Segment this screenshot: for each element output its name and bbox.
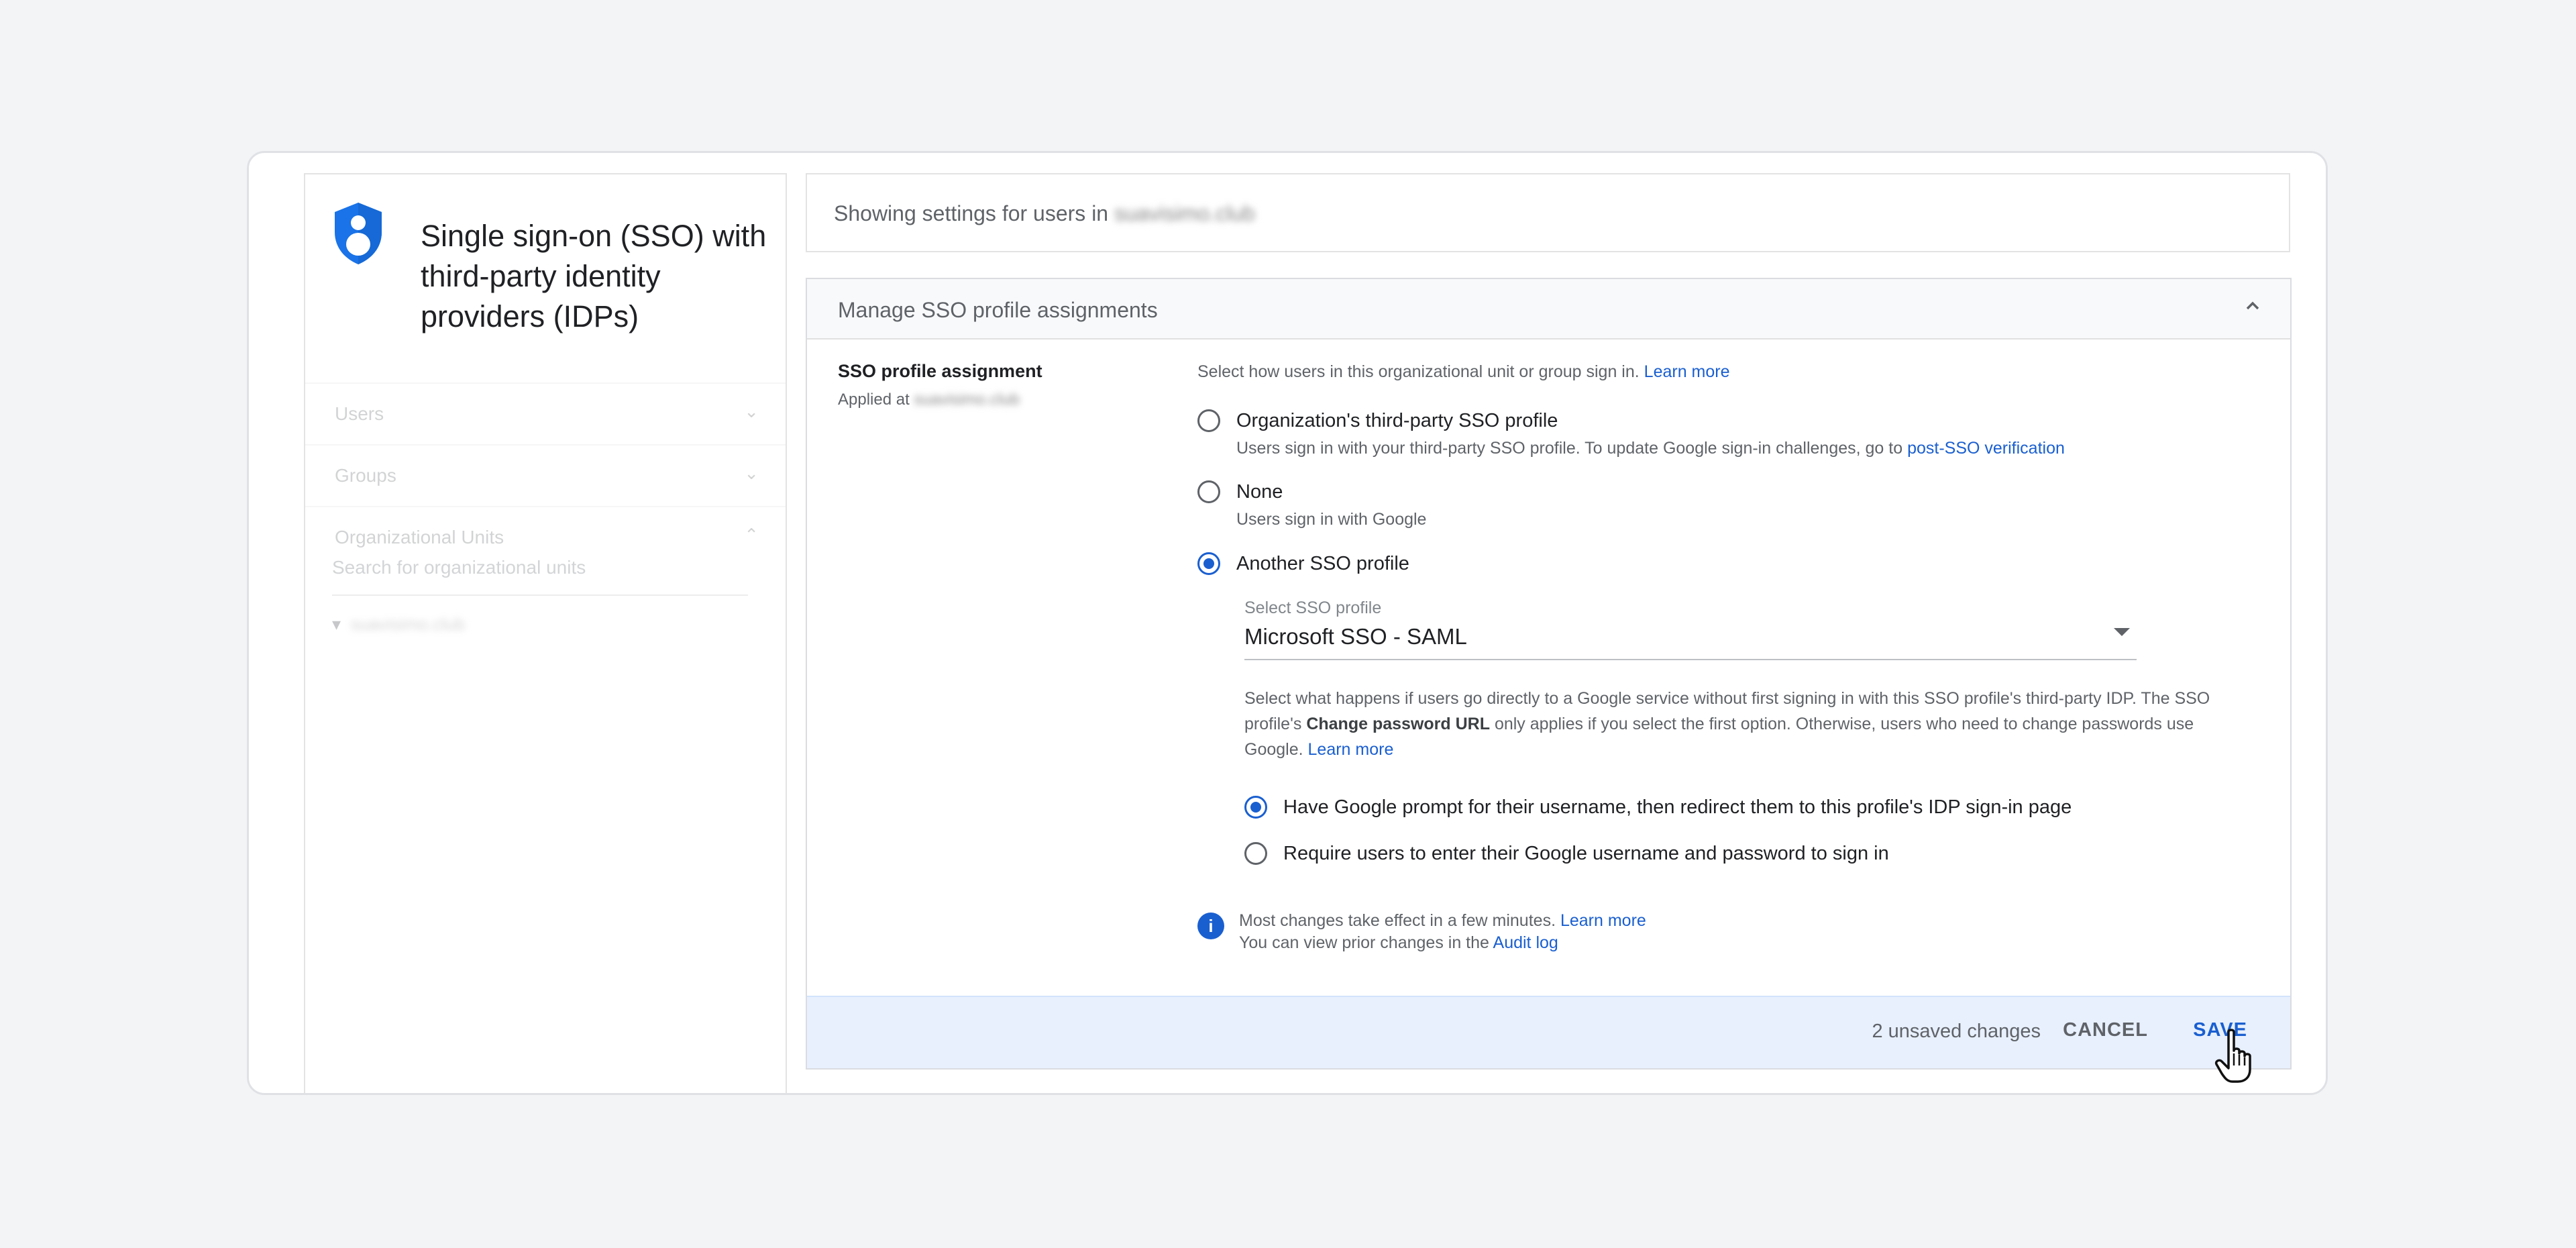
applied-prefix: Applied at xyxy=(838,391,910,409)
radio-button[interactable] xyxy=(1197,409,1220,432)
select-label: Select SSO profile xyxy=(1244,599,1382,617)
chevron-down-icon: ⌄ xyxy=(744,463,759,483)
org-unit-header: Showing settings for users in suavisimo.… xyxy=(806,173,2290,252)
redirect-explanation: Select what happens if users go directly… xyxy=(1244,686,2237,762)
post-sso-link[interactable]: post-SSO verification xyxy=(1907,439,2065,458)
nav-item-groups[interactable]: Groups ⌄ xyxy=(305,444,786,506)
radio-button[interactable] xyxy=(1244,842,1267,865)
left-panel: Single sign-on (SSO) with third-party id… xyxy=(304,173,787,1093)
chevron-down-icon: ⌄ xyxy=(744,401,759,421)
audit-log-link[interactable]: Audit log xyxy=(1493,933,1558,952)
save-bar: 2 unsaved changes CANCEL SAVE xyxy=(807,996,2290,1068)
cancel-button[interactable]: CANCEL xyxy=(2063,1019,2148,1041)
showing-label: Showing settings for users in xyxy=(834,201,1109,225)
option-none[interactable]: None Users sign in with Google xyxy=(1197,480,1426,529)
nav-item-label: Organizational Units xyxy=(335,527,504,548)
learn-more-link[interactable]: Learn more xyxy=(1560,911,1646,930)
left-nav: Users ⌄ Groups ⌄ Organizational Units ⌃ xyxy=(305,382,786,568)
search-placeholder: Search for organizational units xyxy=(332,557,586,578)
sso-settings-card: Manage SSO profile assignments SSO profi… xyxy=(806,278,2292,1070)
option-another-sso[interactable]: Another SSO profile xyxy=(1197,552,1409,575)
nav-item-label: Users xyxy=(335,403,384,424)
intro-label: Select how users in this organizational … xyxy=(1197,362,1640,381)
learn-more-link[interactable]: Learn more xyxy=(1308,740,1394,759)
suboption-label: Require users to enter their Google user… xyxy=(1283,843,1889,864)
nav-item-label: Groups xyxy=(335,465,396,486)
learn-more-link[interactable]: Learn more xyxy=(1644,362,1730,381)
domain-name: suavisimo.club xyxy=(1114,201,1255,225)
select-value: Microsoft SSO - SAML xyxy=(1244,624,1467,649)
applied-domain: suavisimo.club xyxy=(914,391,1020,409)
radio-button-selected[interactable] xyxy=(1197,552,1220,575)
card-header[interactable]: Manage SSO profile assignments xyxy=(807,279,2290,340)
dropdown-arrow-icon xyxy=(2114,628,2130,636)
option-desc-text: Users sign in with your third-party SSO … xyxy=(1236,439,1903,458)
page-title: Single sign-on (SSO) with third-party id… xyxy=(421,219,767,333)
option-label: Another SSO profile xyxy=(1236,553,1409,574)
para-bold: Change password URL xyxy=(1306,715,1490,733)
ou-root-label: suavisimo.club xyxy=(350,614,466,634)
suboption-redirect[interactable]: Have Google prompt for their username, t… xyxy=(1244,796,2072,819)
applied-at: Applied at suavisimo.club xyxy=(838,391,1020,409)
setting-label: SSO profile assignment xyxy=(838,361,1042,381)
sso-profile-select[interactable]: Select SSO profile Microsoft SSO - SAML xyxy=(1244,599,2137,660)
info-text-2: You can view prior changes in the xyxy=(1239,933,1489,952)
radio-button-selected[interactable] xyxy=(1244,796,1267,819)
info-text-1: Most changes take effect in a few minute… xyxy=(1239,911,1556,930)
intro-text: Select how users in this organizational … xyxy=(1197,362,1730,382)
collapse-icon[interactable] xyxy=(2242,295,2263,317)
option-desc: Users sign in with your third-party SSO … xyxy=(1236,439,2065,458)
settings-window: Single sign-on (SSO) with third-party id… xyxy=(247,151,2328,1095)
suboption-label: Have Google prompt for their username, t… xyxy=(1283,796,2072,818)
shield-user-icon xyxy=(335,203,382,264)
hand-cursor-icon xyxy=(2214,1029,2251,1083)
option-label: None xyxy=(1236,481,1283,503)
suboption-google-password[interactable]: Require users to enter their Google user… xyxy=(1244,842,1889,865)
info-note: i Most changes take effect in a few minu… xyxy=(1197,910,1646,954)
option-desc: Users sign in with Google xyxy=(1236,510,1427,529)
info-icon: i xyxy=(1197,913,1224,939)
chevron-up-icon: ⌃ xyxy=(744,525,759,545)
option-org-sso[interactable]: Organization's third-party SSO profile U… xyxy=(1197,409,2065,458)
radio-button[interactable] xyxy=(1197,480,1220,503)
ou-tree-root[interactable]: ▾ suavisimo.club xyxy=(332,614,465,635)
card-body: SSO profile assignment Applied at suavis… xyxy=(807,340,2290,984)
option-label: Organization's third-party SSO profile xyxy=(1236,410,1558,431)
unsaved-changes-count: 2 unsaved changes xyxy=(1872,1021,2041,1042)
ou-search-input[interactable]: Search for organizational units xyxy=(332,557,748,596)
nav-item-users[interactable]: Users ⌄ xyxy=(305,382,786,444)
card-title: Manage SSO profile assignments xyxy=(838,298,1158,322)
